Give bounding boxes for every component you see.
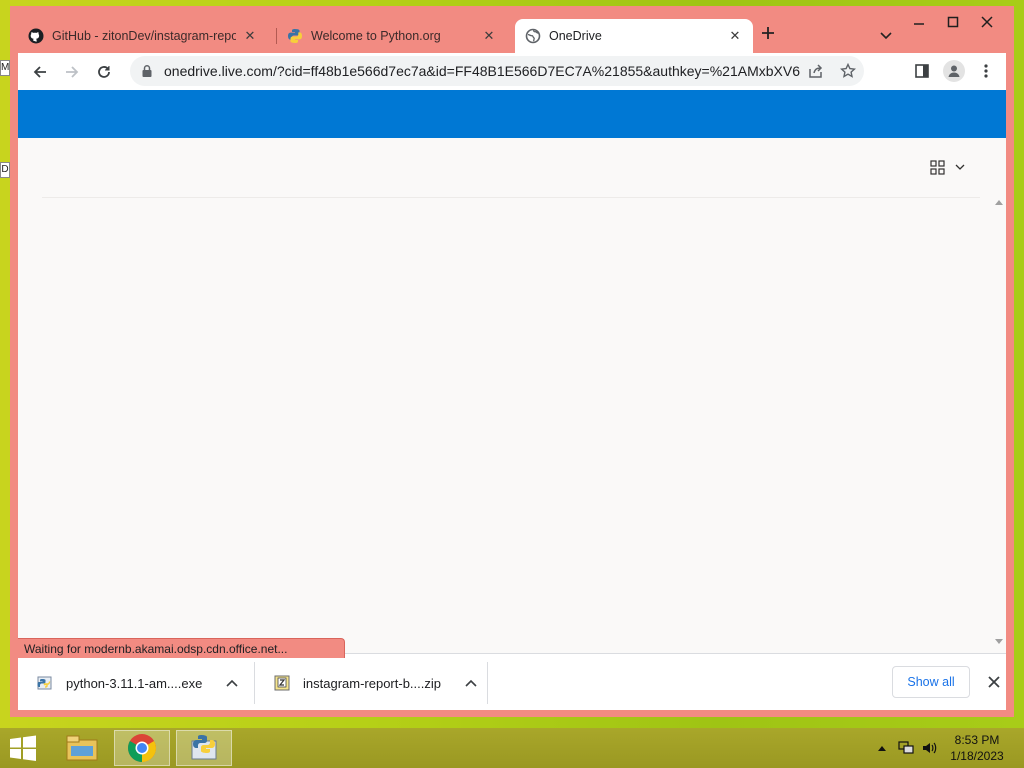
arrow-left-icon bbox=[33, 65, 46, 78]
taskbar-chrome[interactable] bbox=[114, 730, 170, 766]
side-panel-button[interactable] bbox=[906, 55, 938, 87]
zip-archive-icon bbox=[274, 675, 290, 691]
maximize-icon bbox=[947, 16, 959, 28]
volume-button[interactable] bbox=[920, 738, 940, 758]
reload-icon bbox=[98, 65, 110, 78]
profile-button[interactable] bbox=[938, 55, 970, 87]
close-window-button[interactable] bbox=[970, 10, 1004, 34]
chrome-icon bbox=[128, 734, 156, 762]
download-separator bbox=[487, 662, 488, 704]
scroll-down-arrow-icon[interactable] bbox=[995, 639, 1003, 644]
clock-date: 1/18/2023 bbox=[950, 749, 1004, 763]
minimize-icon bbox=[914, 23, 924, 25]
close-tab-button[interactable]: ✕ bbox=[727, 28, 743, 44]
globe-icon bbox=[525, 28, 541, 44]
taskbar-python-setup[interactable] bbox=[176, 730, 232, 766]
person-icon bbox=[948, 65, 960, 77]
share-button[interactable] bbox=[800, 55, 832, 87]
system-tray: 8:53 PM 1/18/2023 bbox=[872, 728, 1024, 768]
desktop-icon-fragment: M bbox=[0, 60, 10, 76]
page-viewport bbox=[18, 90, 1006, 653]
windows-logo-icon bbox=[10, 735, 36, 761]
tab-python[interactable]: Welcome to Python.org ✕ bbox=[277, 19, 507, 53]
arrow-right-icon bbox=[66, 65, 79, 78]
chevron-up-icon bbox=[465, 679, 477, 687]
scrollbar[interactable] bbox=[992, 194, 1006, 652]
download-item[interactable]: instagram-report-b....zip bbox=[255, 662, 487, 704]
url-host: onedrive.live.com bbox=[164, 63, 273, 79]
tab-github[interactable]: GitHub - zitonDev/instagram-report ✕ bbox=[18, 19, 268, 53]
triangle-up-icon bbox=[878, 746, 886, 751]
download-item[interactable]: python-3.11.1-am....exe bbox=[18, 662, 254, 704]
speaker-icon bbox=[923, 742, 937, 754]
tiles-view-icon bbox=[930, 160, 945, 175]
url-path: /?cid=ff48b1e566d7ec7a&id=FF48B1E566D7EC… bbox=[272, 63, 800, 79]
download-filename: instagram-report-b....zip bbox=[303, 675, 441, 691]
tab-title: OneDrive bbox=[549, 29, 602, 43]
taskbar-clock[interactable]: 8:53 PM 1/18/2023 bbox=[944, 732, 1010, 764]
bookmark-button[interactable] bbox=[832, 55, 864, 87]
status-bubble: Waiting for modernb.akamai.odsp.cdn.offi… bbox=[18, 638, 345, 658]
content-divider bbox=[42, 197, 980, 198]
reload-button[interactable] bbox=[88, 56, 120, 88]
close-tab-button[interactable]: ✕ bbox=[242, 28, 258, 44]
clock-time: 8:53 PM bbox=[954, 733, 1000, 747]
browser-window: GitHub - zitonDev/instagram-report ✕ Wel… bbox=[10, 6, 1014, 717]
network-button[interactable] bbox=[896, 738, 916, 758]
download-options-button[interactable] bbox=[220, 671, 244, 695]
close-tab-button[interactable]: ✕ bbox=[481, 28, 497, 44]
show-all-downloads-button[interactable]: Show all bbox=[892, 666, 970, 698]
view-switcher-button[interactable] bbox=[930, 160, 965, 175]
python-setup-icon bbox=[191, 735, 217, 760]
taskbar-file-explorer[interactable] bbox=[54, 730, 110, 766]
chevron-up-icon bbox=[226, 679, 238, 687]
tab-title: Welcome to Python.org bbox=[311, 29, 441, 43]
maximize-button[interactable] bbox=[936, 10, 970, 34]
tab-search-button[interactable] bbox=[874, 24, 898, 48]
address-bar[interactable]: onedrive.live.com/?cid=ff48b1e566d7ec7a&… bbox=[130, 56, 864, 86]
show-desktop-button[interactable] bbox=[1014, 728, 1024, 768]
github-icon bbox=[28, 28, 44, 44]
more-vertical-icon bbox=[984, 64, 988, 78]
back-button[interactable] bbox=[24, 56, 56, 88]
tab-onedrive[interactable]: OneDrive ✕ bbox=[515, 19, 753, 53]
download-options-button[interactable] bbox=[459, 671, 483, 695]
scroll-up-arrow-icon[interactable] bbox=[995, 200, 1003, 205]
download-shelf: python-3.11.1-am....exe instagram-report… bbox=[18, 653, 1006, 710]
minimize-button[interactable] bbox=[902, 10, 936, 34]
file-explorer-icon bbox=[66, 735, 98, 761]
taskbar: 8:53 PM 1/18/2023 bbox=[0, 728, 1024, 768]
python-icon bbox=[288, 29, 302, 43]
new-tab-button[interactable] bbox=[754, 19, 782, 47]
window-controls bbox=[902, 10, 1004, 34]
lock-icon bbox=[142, 65, 152, 77]
share-icon bbox=[809, 64, 823, 78]
chevron-down-icon bbox=[880, 32, 892, 40]
forward-button[interactable] bbox=[56, 56, 88, 88]
python-installer-icon bbox=[37, 676, 52, 690]
download-filename: python-3.11.1-am....exe bbox=[66, 675, 203, 691]
browser-toolbar: onedrive.live.com/?cid=ff48b1e566d7ec7a&… bbox=[18, 53, 1006, 90]
side-panel-icon bbox=[915, 64, 929, 78]
avatar bbox=[943, 60, 965, 82]
chevron-down-icon bbox=[955, 164, 965, 170]
url-text: onedrive.live.com/?cid=ff48b1e566d7ec7a&… bbox=[164, 63, 800, 79]
star-icon bbox=[840, 63, 856, 78]
tab-title: GitHub - zitonDev/instagram-report bbox=[52, 29, 236, 43]
plus-icon bbox=[762, 27, 774, 39]
onedrive-suite-header bbox=[18, 90, 1006, 138]
show-hidden-icons-button[interactable] bbox=[872, 738, 892, 758]
close-icon bbox=[988, 676, 1000, 688]
close-icon bbox=[981, 16, 993, 28]
network-icon bbox=[898, 741, 914, 754]
desktop-icon-fragment: D bbox=[0, 162, 10, 178]
menu-button[interactable] bbox=[970, 55, 1002, 87]
close-download-shelf-button[interactable] bbox=[982, 670, 1006, 694]
start-button[interactable] bbox=[8, 735, 38, 761]
